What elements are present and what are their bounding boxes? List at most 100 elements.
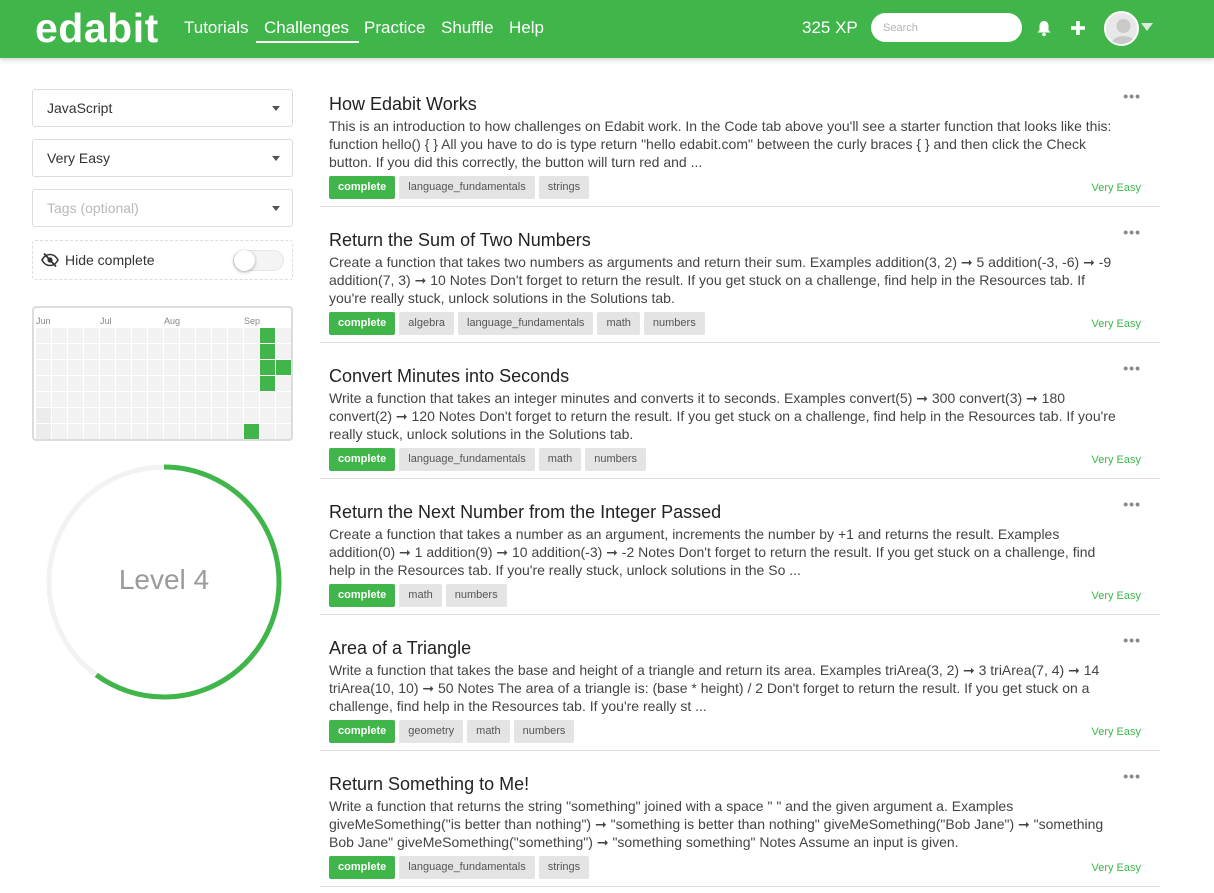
tag-chip[interactable]: math — [467, 720, 510, 743]
heatmap-cell — [148, 392, 163, 407]
challenge-card[interactable]: How Edabit Works This is an introduction … — [320, 71, 1160, 207]
difficulty-select-value: Very Easy — [47, 150, 111, 166]
challenge-title[interactable]: Return the Sum of Two Numbers — [329, 229, 591, 251]
heatmap-cell — [52, 392, 67, 407]
nav-challenges[interactable]: Challenges — [256, 18, 360, 43]
challenge-description: Create a function that takes two numbers… — [329, 254, 1112, 306]
heatmap-cell — [244, 328, 259, 343]
language-select[interactable]: JavaScript — [32, 89, 293, 127]
heatmap-cell — [228, 376, 243, 391]
more-options-icon[interactable]: ••• — [1123, 89, 1141, 103]
heatmap-cell — [116, 344, 131, 359]
heatmap-cell — [132, 360, 147, 375]
tag-chip[interactable]: language_fundamentals — [399, 176, 535, 199]
nav-tutorials[interactable]: Tutorials — [184, 18, 249, 38]
challenge-title[interactable]: How Edabit Works — [329, 93, 477, 115]
challenge-title[interactable]: Convert Minutes into Seconds — [329, 365, 569, 387]
plus-icon[interactable] — [1068, 17, 1088, 39]
bell-icon[interactable] — [1034, 17, 1054, 39]
heatmap-cell-active — [244, 424, 259, 439]
challenge-title[interactable]: Return the Next Number from the Integer … — [329, 501, 721, 523]
more-options-icon[interactable]: ••• — [1123, 633, 1141, 647]
heatmap-cell — [164, 344, 179, 359]
heatmap-cell — [164, 392, 179, 407]
tag-chip[interactable]: language_fundamentals — [458, 312, 594, 335]
level-label: Level 4 — [118, 564, 210, 595]
heatmap-cell — [36, 424, 51, 439]
challenge-card[interactable]: Return the Sum of Two Numbers Create a fu… — [320, 207, 1160, 343]
heatmap-cell — [36, 376, 51, 391]
status-badge: complete — [329, 176, 396, 199]
heatmap-cell — [228, 360, 243, 375]
heatmap-cell — [52, 344, 67, 359]
heatmap-cell — [84, 328, 99, 343]
heatmap-cell — [84, 344, 99, 359]
heatmap-cell — [180, 376, 195, 391]
heatmap-cell — [84, 408, 99, 423]
heatmap-cell — [132, 344, 147, 359]
heatmap-cell — [180, 328, 195, 343]
heatmap-cell — [68, 408, 83, 423]
tags-select[interactable]: Tags (optional) — [32, 189, 293, 227]
heatmap-cell — [212, 424, 227, 439]
challenge-card[interactable]: Convert Minutes into Seconds Write a func… — [320, 343, 1160, 479]
tag-chip[interactable]: numbers — [513, 720, 575, 743]
tag-chip[interactable]: math — [597, 312, 640, 335]
xp-counter: 325 XP — [802, 18, 858, 37]
heatmap-cell — [212, 344, 227, 359]
more-options-icon[interactable]: ••• — [1123, 361, 1141, 375]
challenge-card[interactable]: Area of a Triangle Write a function that … — [320, 615, 1160, 751]
challenge-card[interactable]: Return the Next Number from the Integer … — [320, 479, 1160, 615]
heatmap-cell — [116, 392, 131, 407]
heatmap-cell — [180, 424, 195, 439]
hide-complete-label: Hide complete — [65, 252, 155, 268]
more-options-icon[interactable]: ••• — [1123, 225, 1141, 239]
tag-chip[interactable]: strings — [538, 856, 590, 879]
heatmap-cell — [52, 408, 67, 423]
more-options-icon[interactable]: ••• — [1123, 497, 1141, 511]
tag-chip[interactable]: numbers — [585, 448, 646, 471]
challenge-title[interactable]: Area of a Triangle — [329, 637, 471, 659]
status-badge: complete — [329, 584, 396, 607]
heatmap-cell — [276, 392, 291, 407]
heatmap-cell — [196, 344, 211, 359]
heatmap-cell — [180, 392, 195, 407]
nav-help[interactable]: Help — [509, 18, 544, 38]
difficulty-label: Very Easy — [1091, 318, 1141, 330]
edabit-logo[interactable]: edabit — [35, 5, 159, 51]
tag-chip[interactable]: math — [538, 448, 582, 471]
heatmap-grid — [36, 328, 291, 439]
search-input[interactable] — [871, 13, 1022, 42]
more-options-icon[interactable]: ••• — [1123, 769, 1141, 783]
heatmap-cell — [244, 376, 259, 391]
tag-chip[interactable]: math — [399, 584, 442, 607]
tag-chip[interactable]: strings — [538, 176, 590, 199]
avatar[interactable] — [1104, 11, 1139, 46]
hide-complete-toggle[interactable] — [233, 250, 284, 271]
nav-shuffle[interactable]: Shuffle — [441, 18, 494, 38]
tag-chip[interactable]: language_fundamentals — [399, 856, 535, 879]
tag-chip[interactable]: geometry — [399, 720, 464, 743]
tag-chip[interactable]: language_fundamentals — [399, 448, 535, 471]
heatmap-cell — [228, 392, 243, 407]
heatmap-cell — [100, 392, 115, 407]
heatmap-cell — [100, 408, 115, 423]
tag-chip[interactable]: algebra — [399, 312, 454, 335]
heatmap-cell — [212, 408, 227, 423]
tag-chip[interactable]: numbers — [643, 312, 705, 335]
challenge-description: Write a function that takes the base and… — [329, 662, 1100, 714]
heatmap-cell — [164, 360, 179, 375]
heatmap-cell — [148, 344, 163, 359]
tag-chip[interactable]: numbers — [445, 584, 507, 607]
difficulty-label: Very Easy — [1091, 590, 1141, 602]
heatmap-cell-active — [260, 328, 275, 343]
chevron-down-icon[interactable] — [1141, 23, 1153, 31]
challenge-title[interactable]: Return Something to Me! — [329, 773, 529, 795]
difficulty-select[interactable]: Very Easy — [32, 139, 293, 177]
tag-list: complete geometry math numbers — [329, 720, 575, 743]
heatmap-cell — [228, 408, 243, 423]
challenge-card[interactable]: Return Something to Me! Write a function … — [320, 751, 1160, 887]
heatmap-cell — [260, 408, 275, 423]
heatmap-cell — [148, 424, 163, 439]
nav-practice[interactable]: Practice — [364, 18, 425, 38]
